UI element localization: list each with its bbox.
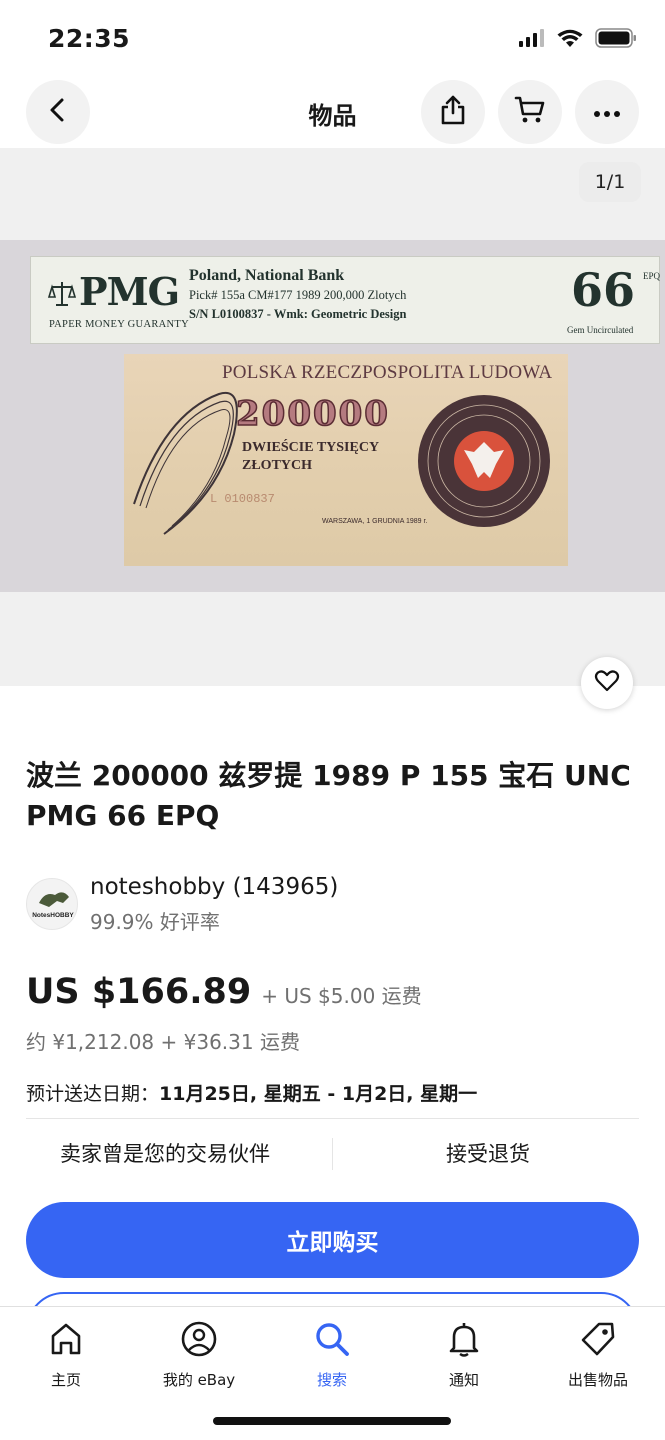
banknote-text-2: ZŁOTYCH [242, 458, 313, 473]
grade-letters: EPQ [643, 271, 661, 281]
pmg-label: PMG PAPER MONEY GUARANTY Poland, Nationa… [30, 256, 660, 344]
tab-notifications[interactable]: 通知 [404, 1321, 524, 1390]
divider [26, 1118, 639, 1119]
banknote-text-1: DWIEŚCIE TYSIĘCY [242, 440, 380, 455]
delivery-label: 预计送达日期： [26, 1083, 160, 1105]
search-icon [313, 1320, 351, 1362]
home-indicator [213, 1417, 451, 1425]
seller-rating: 99.9% 好评率 [90, 910, 220, 934]
listing-features: 卖家曾是您的交易伙伴 接受退货 [26, 1124, 639, 1184]
approx-price: 约 ¥1,212.08 + ¥36.31 运费 [26, 1030, 300, 1054]
grade-number: 66 [571, 263, 636, 317]
tab-selling[interactable]: 出售物品 [538, 1321, 658, 1390]
status-time: 22:35 [48, 24, 131, 53]
status-bar: 22:35 [0, 0, 665, 80]
tab-search[interactable]: 搜索 [272, 1321, 392, 1390]
share-icon [439, 94, 467, 130]
banknote-photo: PMG PAPER MONEY GUARANTY Poland, Nationa… [0, 240, 665, 592]
banknote-header: POLSKA RZECZPOSPOLITA LUDOWA [222, 362, 553, 383]
seller-info[interactable]: NotesHOBBY noteshobby (143965) 99.9% 好评率 [26, 872, 636, 936]
page-title: 物品 [308, 102, 357, 130]
image-gallery[interactable]: 1/1 PMG PAPER MONEY GUARANTY Poland, Nat… [0, 148, 665, 686]
feature-divider [332, 1138, 333, 1170]
tab-my-ebay-label: 我的 eBay [162, 1371, 236, 1389]
seller-avatar[interactable]: NotesHOBBY [26, 878, 78, 930]
listing-title: 波兰 200000 兹罗提 1989 P 155 宝石 UNC PMG 66 E… [26, 759, 631, 832]
tab-selling-label: 出售物品 [567, 1371, 628, 1389]
banknote-ribbon-decoration [133, 391, 238, 535]
grade-text: Gem Uncirculated [567, 325, 634, 335]
seller-name[interactable]: noteshobby (143965) [90, 874, 338, 900]
buy-now-button[interactable]: 立即购买 [26, 1202, 639, 1278]
user-circle-icon [180, 1320, 218, 1362]
label-text: Poland, National Bank Pick# 155a CM#177 … [189, 267, 406, 322]
wifi-icon [557, 29, 583, 52]
pmg-logo: PMG [79, 269, 180, 314]
pmg-subtitle: PAPER MONEY GUARANTY [49, 319, 189, 330]
bell-icon [446, 1320, 482, 1362]
more-button[interactable] [575, 80, 639, 144]
tab-notifications-label: 通知 [448, 1371, 479, 1389]
scales-logo-icon [47, 279, 77, 313]
item-price: US $166.89 [26, 972, 252, 1012]
tab-search-label: 搜索 [316, 1371, 347, 1389]
tab-home[interactable]: 主页 [6, 1321, 126, 1390]
banknote-value: 200000 [235, 393, 390, 435]
feature-previous-partner: 卖家曾是您的交易伙伴 [60, 1142, 270, 1166]
share-button[interactable] [421, 80, 485, 144]
tab-my-ebay[interactable]: 我的 eBay [139, 1321, 259, 1390]
image-counter: 1/1 [579, 162, 641, 202]
banknote-city: WARSZAWA, 1 GRUDNIA 1989 r. [322, 518, 428, 525]
heart-icon [594, 669, 620, 697]
seller-avatar-text: NotesHOBBY [32, 912, 74, 919]
tab-home-label: 主页 [50, 1371, 81, 1389]
price-row: US $166.89 + US $5.00 运费 [26, 972, 646, 1020]
shipping-cost: + US $5.00 运费 [261, 984, 422, 1008]
delivery-estimate: 预计送达日期：11月25日, 星期五 - 1月2日, 星期一 [26, 1079, 477, 1106]
cart-button[interactable] [498, 80, 562, 144]
home-icon [48, 1321, 84, 1361]
eagle-emblem-icon [418, 395, 550, 527]
label-line-3: S/N L0100837 - Wmk: Geometric Design [189, 307, 407, 321]
cart-icon [514, 95, 546, 129]
cellular-signal-icon [519, 29, 545, 51]
add-to-watchlist-button[interactable] [581, 657, 633, 709]
banknote: POLSKA RZECZPOSPOLITA LUDOWA 200000 DWIE… [124, 354, 568, 566]
top-navigation: 物品 [0, 80, 665, 146]
delivery-dates: 11月25日, 星期五 - 1月2日, 星期一 [159, 1083, 478, 1105]
feature-returns-accepted: 接受退货 [446, 1142, 530, 1166]
status-icons [519, 28, 637, 52]
label-line-2: Pick# 155a CM#177 1989 200,000 Zlotych [189, 288, 407, 302]
banknote-serial: L 0100837 [210, 492, 275, 506]
tag-icon [579, 1320, 617, 1362]
battery-icon [595, 28, 637, 52]
more-horizontal-icon [593, 103, 621, 122]
label-line-1: Poland, National Bank [189, 267, 345, 284]
